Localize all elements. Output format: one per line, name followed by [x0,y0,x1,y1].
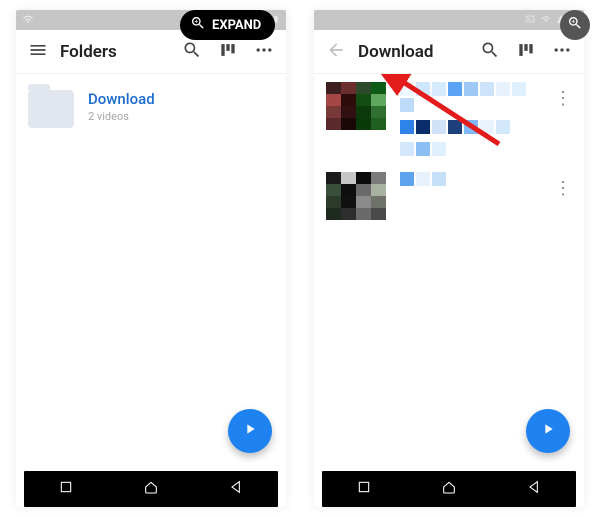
menu-button[interactable] [24,38,52,66]
screenshot-folders: 0:14 Folders [16,10,286,507]
folder-item-download[interactable]: Download 2 videos [16,74,286,144]
nav-back-button[interactable] [228,479,244,499]
video-thumbnail [326,82,386,130]
recent-apps-icon [356,480,372,499]
more-button[interactable] [250,38,278,66]
recent-apps-button[interactable] [58,479,74,499]
more-icon [254,40,274,64]
back-button[interactable] [322,38,350,66]
search-button[interactable] [476,38,504,66]
expand-label: EXPAND [212,18,261,33]
page-title: Folders [60,42,117,62]
search-icon [182,40,202,64]
wifi-icon [540,14,552,26]
more-button[interactable] [548,38,576,66]
home-icon [143,480,159,499]
video-item[interactable]: ⋮ [314,164,584,228]
nav-back-icon [526,480,542,499]
home-icon [441,480,457,499]
video-thumbnail [326,172,386,220]
nav-bar [24,471,278,507]
folder-meta: 2 videos [88,110,155,123]
content-area: Download 2 videos [16,74,286,471]
page-title: Download [358,42,433,62]
zoom-in-icon [567,15,583,35]
cast-icon [524,14,536,26]
video-item[interactable]: ⋮ [314,74,584,164]
video-title-blur [400,172,540,186]
play-icon [242,421,258,441]
recent-apps-button[interactable] [356,479,372,499]
nav-back-button[interactable] [526,479,542,499]
view-toggle-button[interactable] [214,38,242,66]
more-icon [552,40,572,64]
view-icon [516,40,536,64]
more-vert-icon: ⋮ [554,178,572,199]
content-area: ⋮ ⋮ [314,74,584,471]
play-fab[interactable] [228,409,272,453]
home-button[interactable] [143,479,159,499]
item-more-button[interactable]: ⋮ [554,82,572,109]
expand-button[interactable]: EXPAND [180,10,275,40]
zoom-in-icon [190,15,206,35]
home-button[interactable] [441,479,457,499]
zoom-button[interactable] [560,10,590,40]
view-toggle-button[interactable] [512,38,540,66]
screenshot-download-list: Download [314,10,584,507]
broadcast-icon [22,13,34,27]
back-icon [326,40,346,64]
recent-apps-icon [58,480,74,499]
video-title-blur [400,82,540,156]
nav-back-icon [228,480,244,499]
item-more-button[interactable]: ⋮ [554,172,572,199]
top-bar: Download [314,30,584,74]
play-fab[interactable] [526,409,570,453]
play-icon [540,421,556,441]
status-bar [314,10,584,30]
nav-bar [322,471,576,507]
search-icon [480,40,500,64]
hamburger-icon [28,40,48,64]
folder-name: Download [88,90,155,108]
folder-icon [28,90,74,128]
search-button[interactable] [178,38,206,66]
more-vert-icon: ⋮ [554,88,572,109]
view-icon [218,40,238,64]
